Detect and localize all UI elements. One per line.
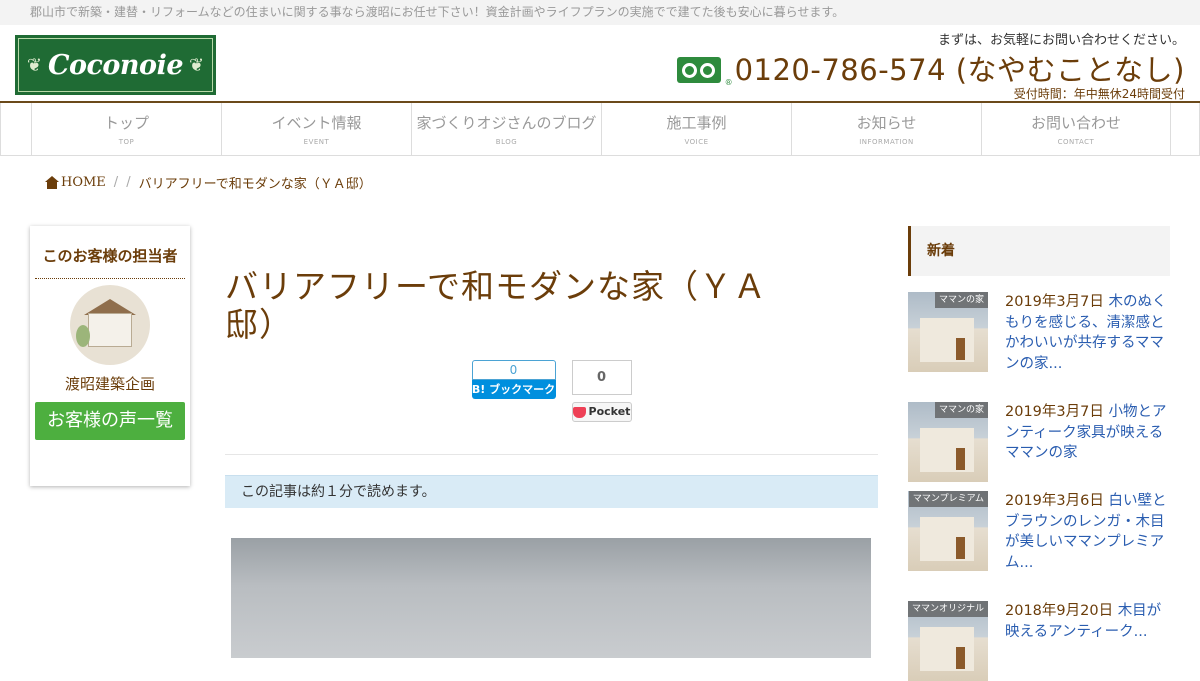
share-buttons: 0 B! ブックマーク 0 Pocket xyxy=(225,360,878,422)
pocket-label-wrap: Pocket xyxy=(571,402,632,422)
sidebar-post[interactable]: ママンの家 2019年3月7日 小物とアンティーク家具が映えるママンの家 xyxy=(908,402,1170,482)
sidebar-heading: 新着 xyxy=(908,226,1170,276)
nav-label: お知らせ xyxy=(856,114,917,132)
nav-item-contact[interactable]: お問い合わせ CONTACT xyxy=(981,103,1171,155)
hero-image xyxy=(231,538,871,658)
hatena-count: 0 xyxy=(471,360,556,380)
registered-icon: ® xyxy=(724,78,733,87)
post-thumbnail[interactable]: ママンプレミアム xyxy=(908,491,988,571)
post-date: 2019年3月7日 xyxy=(1005,404,1104,420)
article: バリアフリーで和モダンな家（ＹＡ邸） 0 B! ブックマーク 0 Pocket … xyxy=(225,268,878,658)
nav-label: イベント情報 xyxy=(271,114,362,132)
page-title: バリアフリーで和モダンな家（ＹＡ邸） xyxy=(225,267,768,344)
post-date: 2019年3月6日 xyxy=(1005,493,1104,509)
breadcrumb: HOME / / バリアフリーで和モダンな家（ＹＡ邸） xyxy=(45,173,372,192)
post-category-tag: ママンプレミアム xyxy=(908,491,988,507)
site-logo[interactable]: ❦ Coconoie ❦ xyxy=(15,35,216,95)
sidebar-post[interactable]: ママンオリジナル 2018年9月20日 木目が映えるアンティーク... xyxy=(908,601,1170,681)
breadcrumb-home-label: HOME xyxy=(61,175,106,190)
logo-frame: ❦ Coconoie ❦ xyxy=(18,38,213,92)
home-icon xyxy=(45,176,59,189)
post-thumbnail[interactable]: ママンの家 xyxy=(908,292,988,372)
breadcrumb-separator: / xyxy=(126,175,131,190)
site-header: ❦ Coconoie ❦ まずは、お気軽にお問い合わせください。 ® 0120-… xyxy=(0,25,1200,103)
sidebar-post[interactable]: ママンの家 2019年3月7日 木のぬくもりを感じる、清潔感とかわいいが共存する… xyxy=(908,292,1170,374)
post-link[interactable]: 2019年3月7日 小物とアンティーク家具が映えるママンの家 xyxy=(1005,402,1170,482)
nav-item-voice[interactable]: 施工事例 VOICE xyxy=(601,103,791,155)
read-time-notice: この記事は約１分で読めます。 xyxy=(225,475,878,508)
breadcrumb-current: バリアフリーで和モダンな家（ＹＡ邸） xyxy=(138,177,372,192)
post-link[interactable]: 2018年9月20日 木目が映えるアンティーク... xyxy=(1005,601,1170,681)
post-category-tag: ママンオリジナル xyxy=(908,601,988,617)
nav-sublabel: CONTACT xyxy=(1057,138,1095,146)
contact-note: まずは、お気軽にお問い合わせください。 xyxy=(937,33,1185,48)
nav-item-top[interactable]: トップ TOP xyxy=(31,103,221,155)
staff-avatar xyxy=(70,285,150,365)
business-hours: 受付時間：年中無休24時間受付 xyxy=(1013,87,1185,101)
nav-label: 家づくりオジさんのブログ xyxy=(416,114,597,132)
nav-item-information[interactable]: お知らせ INFORMATION xyxy=(791,103,981,155)
nav-sublabel: EVENT xyxy=(303,138,330,146)
customer-voice-list-button[interactable]: お客様の声一覧 xyxy=(35,402,185,440)
sidebar-post[interactable]: ママンプレミアム 2019年3月6日 白い壁とブラウンのレンガ・木目が美しいママ… xyxy=(908,491,1170,573)
pocket-count: 0 xyxy=(571,360,632,395)
post-thumbnail[interactable]: ママンオリジナル xyxy=(908,601,988,681)
nav-sublabel: TOP xyxy=(118,138,135,146)
staff-card: このお客様の担当者 渡昭建築企画 お客様の声一覧 xyxy=(30,226,190,486)
sidebar: 新着 ママンの家 2019年3月7日 木のぬくもりを感じる、清潔感とかわいいが共… xyxy=(908,226,1170,681)
post-category-tag: ママンの家 xyxy=(934,292,988,308)
nav-sublabel: BLOG xyxy=(495,138,518,146)
global-nav: トップ TOP イベント情報 EVENT 家づくりオジさんのブログ BLOG 施… xyxy=(0,103,1200,156)
post-thumbnail[interactable]: ママンの家 xyxy=(908,402,988,482)
leaf-left-icon: ❦ xyxy=(26,54,42,76)
phone-row[interactable]: ® 0120-786-574 (なやむことなし) xyxy=(676,53,1185,87)
nav-sublabel: VOICE xyxy=(684,138,709,146)
breadcrumb-separator: / xyxy=(113,175,119,190)
pocket-label: Pocket xyxy=(588,405,631,418)
nav-sublabel: INFORMATION xyxy=(859,138,914,146)
post-category-tag: ママンの家 xyxy=(934,402,988,418)
post-link[interactable]: 2019年3月7日 木のぬくもりを感じる、清潔感とかわいいが共存するママンの家.… xyxy=(1005,292,1170,374)
pocket-button[interactable]: 0 Pocket xyxy=(571,360,632,422)
nav-item-blog[interactable]: 家づくりオジさんのブログ BLOG xyxy=(411,103,601,155)
post-date: 2019年3月7日 xyxy=(1005,294,1104,310)
leaf-right-icon: ❦ xyxy=(189,54,205,76)
logo-text: Coconoie xyxy=(47,49,184,81)
post-date: 2018年9月20日 xyxy=(1005,603,1114,619)
post-link[interactable]: 2019年3月6日 白い壁とブラウンのレンガ・木目が美しいママンプレミアム... xyxy=(1005,491,1170,573)
hatena-bookmark-button[interactable]: 0 B! ブックマーク xyxy=(471,360,556,422)
nav-label: トップ xyxy=(103,114,149,132)
phone-number[interactable]: 0120-786-574 (なやむことなし) xyxy=(735,53,1185,87)
nav-label: 施工事例 xyxy=(666,114,727,132)
site-tagline: 郡山市で新築・建替・リフォームなどの住まいに関する事なら渡昭にお任せ下さい！資金… xyxy=(0,0,1200,25)
staff-card-title: このお客様の担当者 xyxy=(35,245,185,279)
freedial-icon xyxy=(676,57,721,83)
pocket-icon xyxy=(572,406,586,418)
staff-name: 渡昭建築企画 xyxy=(64,375,155,393)
divider xyxy=(225,454,878,455)
breadcrumb-home[interactable]: HOME xyxy=(45,175,106,190)
contact-block: まずは、お気軽にお問い合わせください。 ® 0120-786-574 (なやむこ… xyxy=(676,33,1185,101)
nav-item-event[interactable]: イベント情報 EVENT xyxy=(221,103,411,155)
hatena-label: B! ブックマーク xyxy=(471,380,556,399)
nav-label: お問い合わせ xyxy=(1030,114,1121,132)
